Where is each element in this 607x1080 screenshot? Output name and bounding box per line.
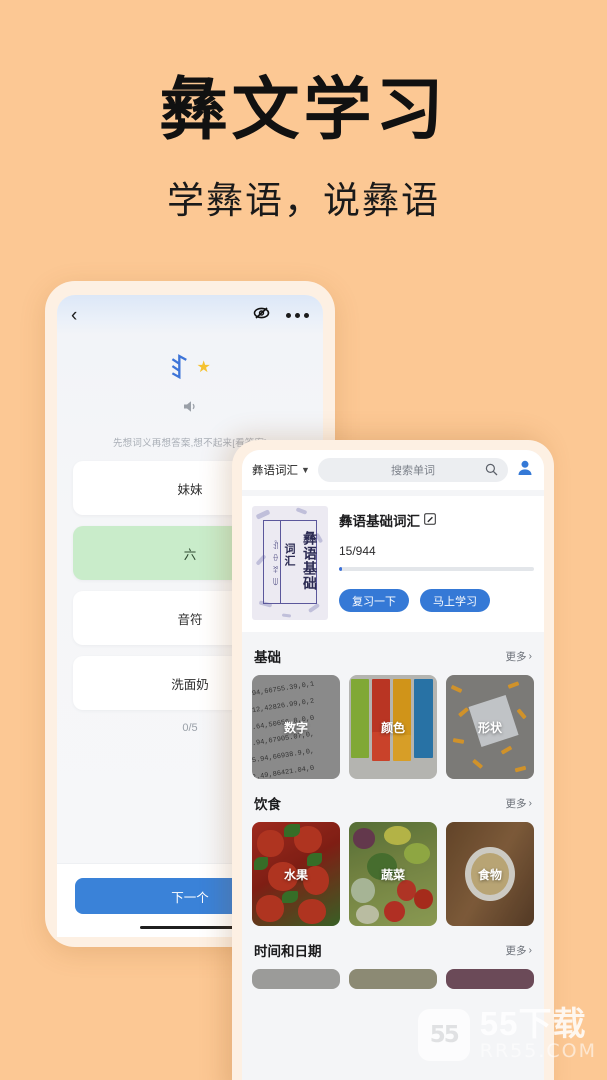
tile-label: 颜色 bbox=[380, 720, 405, 735]
review-button[interactable]: 复习一下 bbox=[339, 589, 409, 612]
category-tile-time-3[interactable] bbox=[446, 969, 534, 989]
wordlist-screen: 彝语词汇 ▼ 搜索单词 ꀉꂷꈭꅐ 彝语基础 词汇 彝语基础词汇 15/944 复… bbox=[242, 450, 544, 1080]
chevron-left-icon[interactable]: ‹ bbox=[71, 306, 77, 325]
watermark-sub: RR55.COM bbox=[479, 1040, 597, 1063]
book-progress-text: 15/944 bbox=[339, 544, 376, 558]
section-grid-food: 水果 蔬菜 食物 bbox=[252, 822, 534, 926]
book-cover-cn-text: 彝语基础 词汇 bbox=[281, 521, 318, 603]
watermark-logo-text: 55 bbox=[429, 1021, 460, 1048]
watermark-text: 55下载 RR55.COM bbox=[480, 1007, 597, 1062]
category-tile-colors[interactable]: 颜色 bbox=[349, 675, 437, 779]
more-dots-icon[interactable] bbox=[286, 312, 309, 318]
category-tile-shapes[interactable]: 形状 bbox=[446, 675, 534, 779]
section-more-label: 更多 bbox=[505, 944, 527, 957]
edit-icon[interactable] bbox=[424, 512, 436, 528]
chevron-right-icon: › bbox=[528, 650, 533, 662]
section-more-label: 更多 bbox=[505, 797, 527, 810]
yi-word: ꆏ bbox=[169, 355, 189, 385]
quiz-word-row: ꆏ ★ bbox=[169, 353, 211, 385]
search-icon bbox=[485, 463, 498, 479]
search-placeholder: 搜索单词 bbox=[390, 465, 435, 477]
eye-slash-icon[interactable] bbox=[253, 306, 270, 325]
section-more-link[interactable]: 更多 › bbox=[506, 943, 533, 958]
quiz-option-label: 音符 bbox=[177, 612, 203, 627]
category-tile-time-1[interactable] bbox=[252, 969, 340, 989]
star-icon[interactable]: ★ bbox=[196, 360, 210, 376]
tile-label: 水果 bbox=[283, 867, 308, 882]
watermark-main: 55下载 bbox=[479, 1005, 587, 1043]
watermark: 55 55下载 RR55.COM bbox=[417, 1007, 597, 1062]
book-title: 彝语基础词汇 bbox=[339, 514, 420, 529]
section-more-label: 更多 bbox=[505, 650, 527, 663]
category-sections: 基础 更多 › 5.94,66755.39,0,1 9.12,42826.99,0… bbox=[242, 632, 544, 989]
learn-now-button[interactable]: 马上学习 bbox=[420, 589, 490, 612]
hero-banner: 彝文学习 学彝语，说彝语 bbox=[0, 0, 607, 224]
speaker-icon[interactable] bbox=[182, 399, 199, 419]
category-tile-time-2[interactable] bbox=[349, 969, 437, 989]
section-header-basics: 基础 更多 › bbox=[252, 632, 534, 675]
home-indicator bbox=[140, 926, 240, 929]
quiz-nav-bar: ‹ bbox=[57, 295, 323, 335]
section-title: 饮食 bbox=[254, 797, 281, 812]
book-info: 彝语基础词汇 15/944 复习一下 马上学习 bbox=[339, 506, 534, 620]
tile-artwork bbox=[252, 969, 340, 989]
category-selector[interactable]: 彝语词汇 ▼ bbox=[252, 462, 310, 478]
category-tile-fruit[interactable]: 水果 bbox=[252, 822, 340, 926]
category-label: 彝语词汇 bbox=[252, 465, 298, 477]
chevron-right-icon: › bbox=[528, 797, 533, 809]
book-title-row: 彝语基础词汇 bbox=[339, 510, 534, 530]
page-title: 彝文学习 bbox=[159, 72, 448, 148]
section-grid-basics: 5.94,66755.39,0,1 9.12,42826.99,0,2 35.64… bbox=[252, 675, 534, 779]
search-input[interactable]: 搜索单词 bbox=[317, 458, 508, 482]
book-cover-yi-text: ꀉꂷꈭꅐ bbox=[264, 521, 281, 603]
book-cover-col2: 词汇 bbox=[283, 543, 295, 567]
page-subtitle: 学彝语，说彝语 bbox=[167, 181, 440, 222]
book-cover-frame: ꀉꂷꈭꅐ 彝语基础 词汇 bbox=[263, 520, 317, 604]
category-tile-vegetables[interactable]: 蔬菜 bbox=[349, 822, 437, 926]
section-header-time: 时间和日期 更多 › bbox=[252, 926, 534, 969]
section-grid-time bbox=[252, 969, 534, 989]
quiz-option-label: 洗面奶 bbox=[171, 677, 209, 692]
book-card[interactable]: ꀉꂷꈭꅐ 彝语基础 词汇 彝语基础词汇 15/944 复习一下 马上学习 bbox=[242, 496, 544, 632]
tile-artwork bbox=[349, 969, 437, 989]
category-tile-food[interactable]: 食物 bbox=[446, 822, 534, 926]
section-title: 时间和日期 bbox=[254, 944, 322, 959]
person-icon[interactable] bbox=[516, 459, 534, 482]
tile-label: 蔬菜 bbox=[380, 867, 405, 882]
section-title: 基础 bbox=[254, 650, 281, 665]
tile-label: 食物 bbox=[477, 867, 502, 882]
quiz-option-label: 妹妹 bbox=[177, 482, 203, 497]
book-actions: 复习一下 马上学习 bbox=[339, 589, 534, 612]
wordlist-top-bar: 彝语词汇 ▼ 搜索单词 bbox=[242, 450, 544, 490]
tile-artwork bbox=[446, 969, 534, 989]
quiz-option-label: 六 bbox=[183, 547, 197, 562]
tile-label: 数字 bbox=[283, 720, 308, 735]
tile-label: 形状 bbox=[477, 720, 502, 735]
watermark-logo: 55 bbox=[417, 1008, 470, 1061]
chevron-right-icon: › bbox=[528, 944, 533, 956]
book-progress-bar bbox=[339, 567, 534, 571]
quiz-counter: 0/5 bbox=[182, 722, 198, 734]
chevron-down-icon: ▼ bbox=[301, 465, 310, 475]
book-cover-col1: 彝语基础 bbox=[301, 531, 316, 591]
section-header-food: 饮食 更多 › bbox=[252, 779, 534, 822]
wordlist-phone-mockup: 彝语词汇 ▼ 搜索单词 ꀉꂷꈭꅐ 彝语基础 词汇 彝语基础词汇 15/944 复… bbox=[232, 440, 554, 1080]
section-more-link[interactable]: 更多 › bbox=[506, 796, 533, 811]
category-tile-numbers[interactable]: 5.94,66755.39,0,1 9.12,42826.99,0,2 35.64… bbox=[252, 675, 340, 779]
book-progress-fill bbox=[339, 567, 343, 571]
book-cover-image: ꀉꂷꈭꅐ 彝语基础 词汇 bbox=[252, 506, 328, 620]
section-more-link[interactable]: 更多 › bbox=[506, 649, 533, 664]
